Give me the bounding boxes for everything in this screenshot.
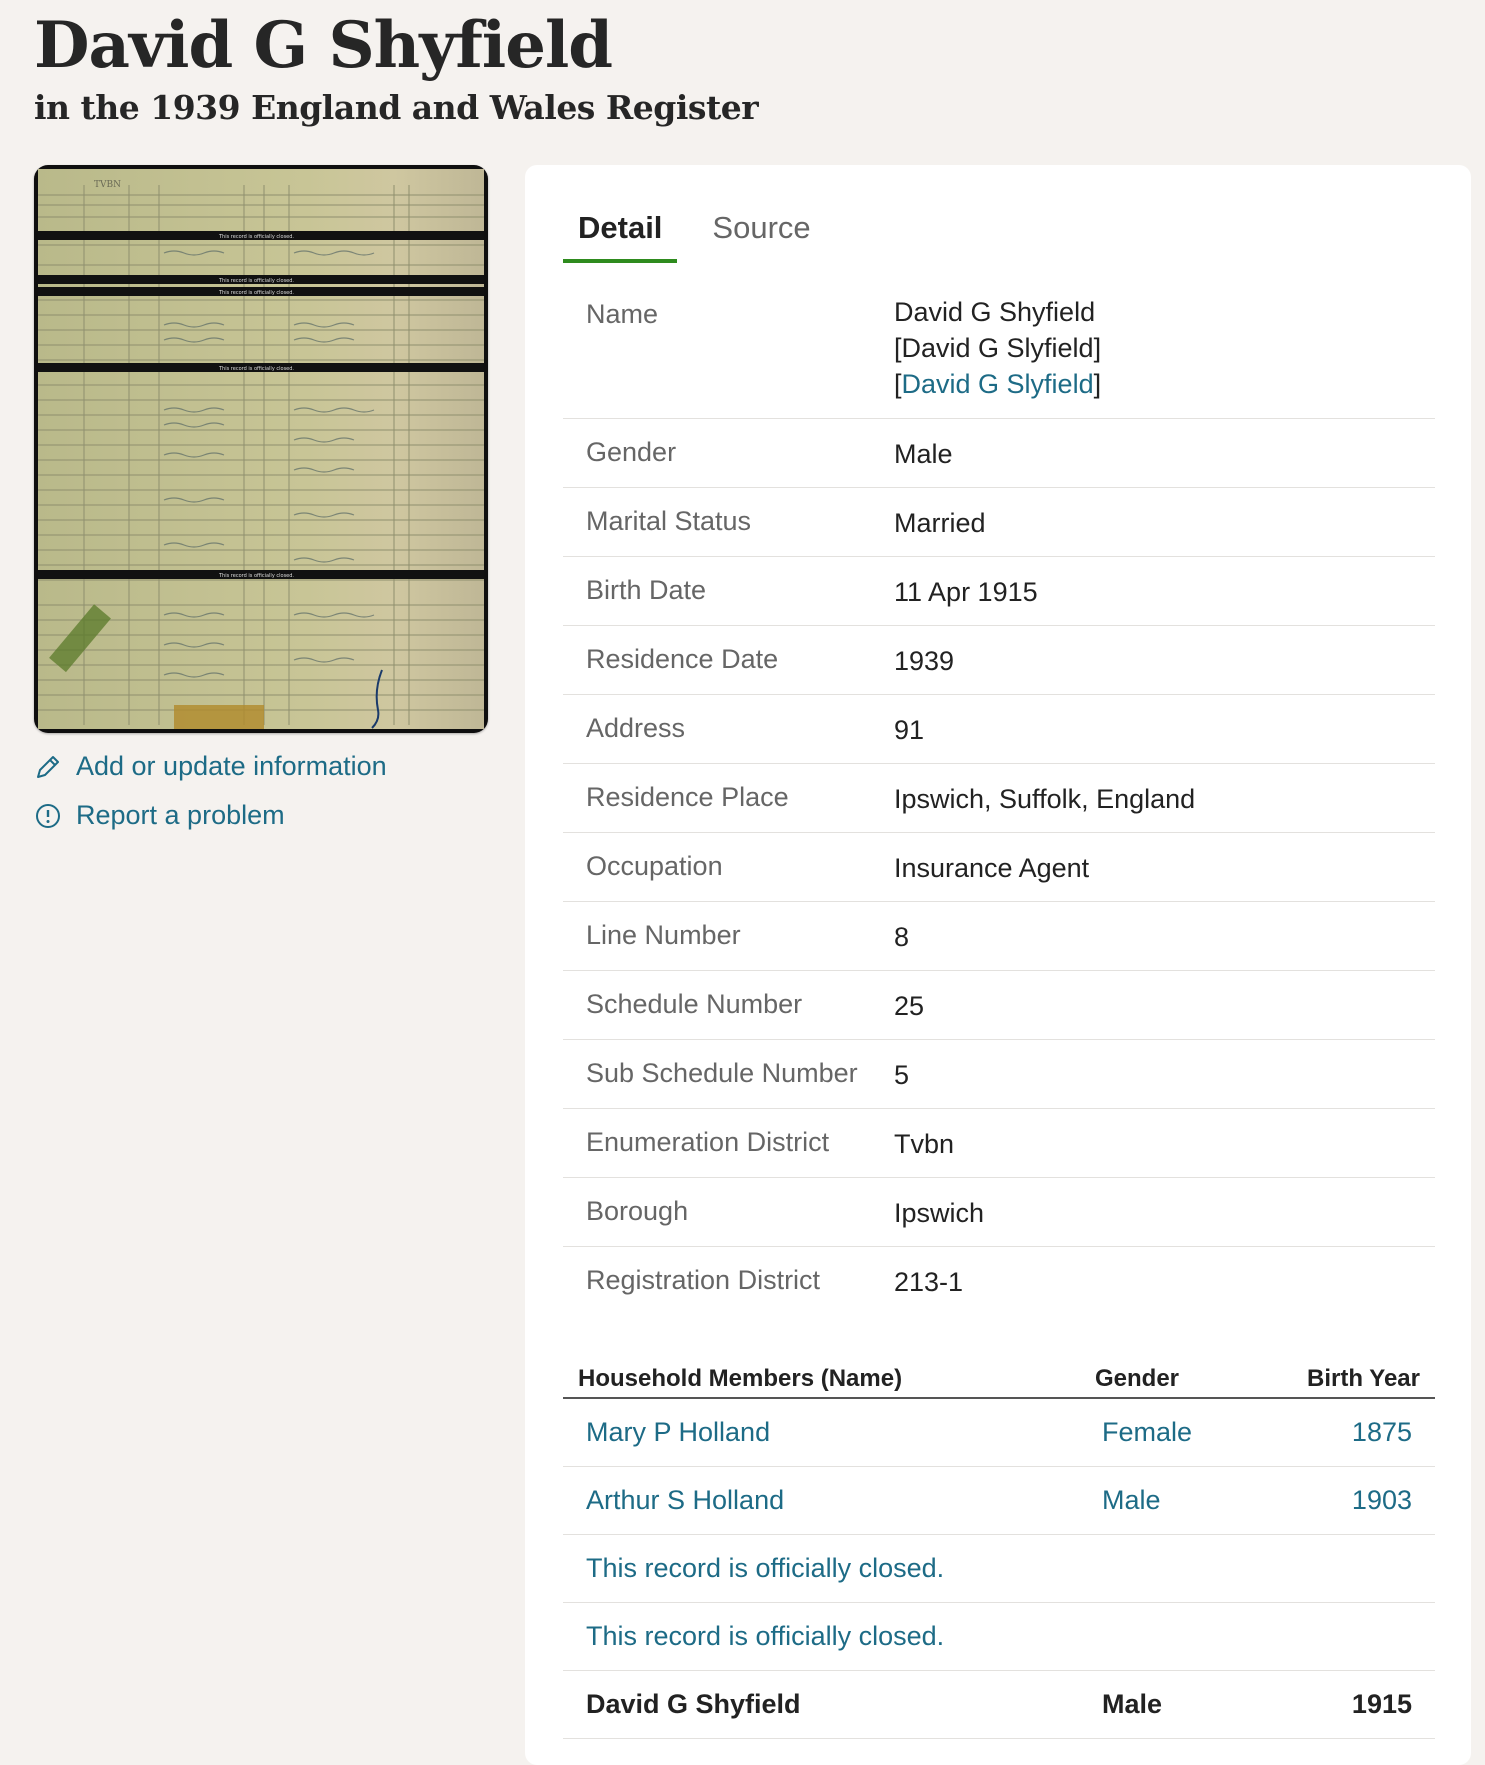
record-tabs: Detail Source <box>563 205 846 263</box>
household-row-closed[interactable]: This record is officially closed. <box>563 1603 1435 1671</box>
detail-label: Name <box>586 299 659 329</box>
detail-row-occupation: Occupation Insurance Agent <box>563 833 1435 902</box>
record-card: Detail Source Name David G Shyfield [Dav… <box>525 165 1471 1765</box>
detail-value: Tvbn <box>894 1129 955 1159</box>
detail-label: Borough <box>586 1196 689 1226</box>
name-alternate: [David G Slyfield] <box>894 333 1102 363</box>
detail-value: David G Shyfield [David G Slyfield] [Dav… <box>894 281 1435 418</box>
member-birth-year: 1915 <box>1351 1689 1412 1719</box>
tab-source[interactable]: Source <box>697 205 825 263</box>
closed-note: This record is officially closed. <box>218 573 294 579</box>
member-name[interactable]: Arthur S Holland <box>563 1485 1095 1516</box>
detail-value: Ipswich <box>894 1198 985 1228</box>
detail-label: Address <box>586 713 686 743</box>
name-primary: David G Shyfield <box>894 297 1096 327</box>
report-problem-link[interactable]: Report a problem <box>34 800 488 831</box>
detail-value: 91 <box>894 715 925 745</box>
detail-row-line-number: Line Number 8 <box>563 902 1435 971</box>
member-birth-year: 1903 <box>1351 1485 1412 1515</box>
detail-label: Schedule Number <box>586 989 803 1019</box>
closed-note: This record is officially closed. <box>218 278 294 284</box>
detail-value: 1939 <box>894 646 955 676</box>
left-column: This record is officially closed. This r… <box>34 165 488 831</box>
member-birth-year: 1875 <box>1351 1417 1412 1447</box>
member-name[interactable]: Mary P Holland <box>563 1417 1095 1448</box>
alert-circle-icon <box>34 802 62 830</box>
detail-value: 25 <box>894 991 925 1021</box>
detail-value: Married <box>894 508 986 538</box>
tab-detail[interactable]: Detail <box>563 205 678 263</box>
pencil-icon <box>34 753 62 781</box>
detail-label: Marital Status <box>586 506 752 536</box>
detail-label: Sub Schedule Number <box>586 1058 858 1088</box>
detail-label: Gender <box>586 437 677 467</box>
page-header: David G Shyfield in the 1939 England and… <box>34 6 759 130</box>
household-table-header: Household Members (Name) Gender Birth Ye… <box>563 1355 1435 1399</box>
add-update-label: Add or update information <box>76 751 387 781</box>
column-header-gender: Gender <box>1095 1365 1180 1392</box>
detail-value: 11 Apr 1915 <box>894 577 1038 607</box>
detail-row-registration-district: Registration District 213-1 <box>563 1247 1435 1315</box>
detail-row-gender: Gender Male <box>563 419 1435 488</box>
report-problem-label: Report a problem <box>76 800 285 830</box>
detail-row-name: Name David G Shyfield [David G Slyfield]… <box>563 281 1435 419</box>
page-subtitle: in the 1939 England and Wales Register <box>34 88 759 127</box>
detail-value: 5 <box>894 1060 910 1090</box>
closed-record-link[interactable]: This record is officially closed. <box>563 1553 1435 1584</box>
column-header-name: Household Members (Name) <box>578 1365 903 1392</box>
member-gender: Male <box>1102 1689 1163 1719</box>
name-alternate-linked: [David G Slyfield] <box>894 366 1435 402</box>
detail-label: Line Number <box>586 920 741 950</box>
detail-row-schedule-number: Schedule Number 25 <box>563 971 1435 1040</box>
detail-label: Registration District <box>586 1265 821 1295</box>
record-image-thumbnail[interactable]: This record is officially closed. This r… <box>34 165 488 733</box>
household-row-current: David G Shyfield Male 1915 <box>563 1671 1435 1739</box>
detail-value: 213-1 <box>894 1267 964 1297</box>
member-gender: Female <box>1102 1417 1193 1447</box>
alternate-name-link[interactable]: David G Slyfield <box>902 369 1094 399</box>
detail-row-borough: Borough Ipswich <box>563 1178 1435 1247</box>
bracket-close: ] <box>1093 369 1102 399</box>
detail-row-residence-date: Residence Date 1939 <box>563 626 1435 695</box>
detail-value: Insurance Agent <box>894 853 1090 883</box>
detail-value: 8 <box>894 922 910 952</box>
household-row-closed[interactable]: This record is officially closed. <box>563 1535 1435 1603</box>
detail-list: Name David G Shyfield [David G Slyfield]… <box>563 281 1435 1315</box>
detail-row-sub-schedule-number: Sub Schedule Number 5 <box>563 1040 1435 1109</box>
detail-value: Ipswich, Suffolk, England <box>894 784 1196 814</box>
household-members-table: Household Members (Name) Gender Birth Ye… <box>563 1355 1435 1739</box>
closed-note: This record is officially closed. <box>218 290 294 296</box>
member-gender: Male <box>1102 1485 1161 1515</box>
detail-label: Occupation <box>586 851 723 881</box>
detail-row-residence-place: Residence Place Ipswich, Suffolk, Englan… <box>563 764 1435 833</box>
detail-row-address: Address 91 <box>563 695 1435 764</box>
member-name: David G Shyfield <box>586 1689 801 1719</box>
page-title: David G Shyfield <box>34 8 613 83</box>
household-row[interactable]: Arthur S Holland Male 1903 <box>563 1467 1435 1535</box>
detail-label: Birth Date <box>586 575 707 605</box>
district-code: TVBN <box>94 180 121 190</box>
detail-label: Residence Place <box>586 782 789 812</box>
detail-value: Male <box>894 439 953 469</box>
detail-label: Residence Date <box>586 644 779 674</box>
detail-row-marital-status: Marital Status Married <box>563 488 1435 557</box>
add-update-info-link[interactable]: Add or update information <box>34 751 488 782</box>
closed-note: This record is officially closed. <box>218 234 294 240</box>
closed-record-link[interactable]: This record is officially closed. <box>563 1621 1435 1652</box>
column-header-birth-year: Birth Year <box>1307 1365 1420 1392</box>
register-page-image: This record is officially closed. This r… <box>38 169 484 729</box>
detail-row-enumeration-district: Enumeration District Tvbn <box>563 1109 1435 1178</box>
household-row[interactable]: Mary P Holland Female 1875 <box>563 1399 1435 1467</box>
detail-label: Enumeration District <box>586 1127 830 1157</box>
closed-note: This record is officially closed. <box>218 366 294 372</box>
detail-row-birth-date: Birth Date 11 Apr 1915 <box>563 557 1435 626</box>
bracket-open: [ <box>894 369 902 399</box>
